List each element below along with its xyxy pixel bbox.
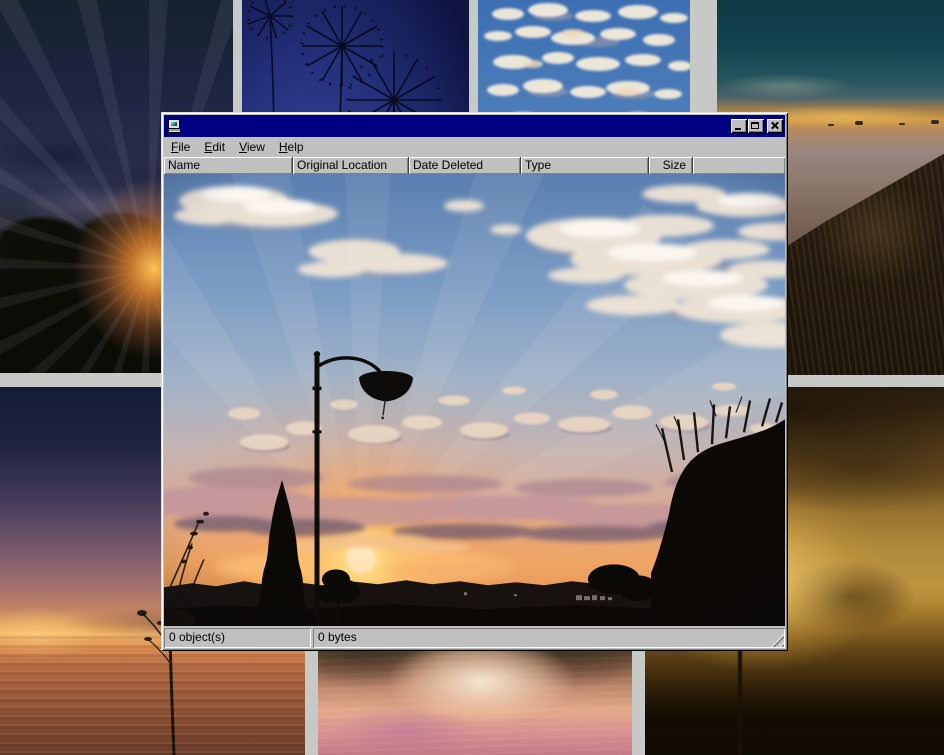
menu-help[interactable]: Help xyxy=(273,139,310,156)
lamp-post-sunset-photo xyxy=(164,174,785,626)
column-header-type[interactable]: Type xyxy=(521,157,649,174)
column-header-name[interactable]: Name xyxy=(164,157,293,174)
water-ripples xyxy=(0,634,305,755)
column-header-blank xyxy=(693,157,785,174)
column-header-original-location[interactable]: Original Location xyxy=(293,157,409,174)
menubar: File Edit View Help xyxy=(164,137,785,157)
list-view: Name Original Location Date Deleted Type… xyxy=(164,157,785,626)
computer-icon[interactable] xyxy=(167,118,183,134)
close-icon xyxy=(771,122,778,129)
maximize-icon xyxy=(751,122,759,129)
desktop: File Edit View Help Name Original Locati… xyxy=(0,0,944,755)
menu-edit[interactable]: Edit xyxy=(198,139,231,156)
statusbar: 0 object(s) 0 bytes xyxy=(164,628,785,648)
menu-file[interactable]: File xyxy=(165,139,196,156)
minimize-icon xyxy=(735,128,741,130)
status-object-count: 0 object(s) xyxy=(164,628,311,648)
titlebar[interactable] xyxy=(164,115,785,137)
menu-view[interactable]: View xyxy=(233,139,271,156)
file-list-area[interactable] xyxy=(164,174,785,626)
minimize-button[interactable] xyxy=(731,119,747,133)
maximize-button[interactable] xyxy=(748,119,764,133)
column-headers: Name Original Location Date Deleted Type… xyxy=(164,157,785,174)
recycle-bin-window: File Edit View Help Name Original Locati… xyxy=(161,112,788,651)
close-button[interactable] xyxy=(767,119,783,133)
column-header-date-deleted[interactable]: Date Deleted xyxy=(409,157,521,174)
column-header-size[interactable]: Size xyxy=(649,157,693,174)
status-byte-count: 0 bytes xyxy=(313,628,785,648)
